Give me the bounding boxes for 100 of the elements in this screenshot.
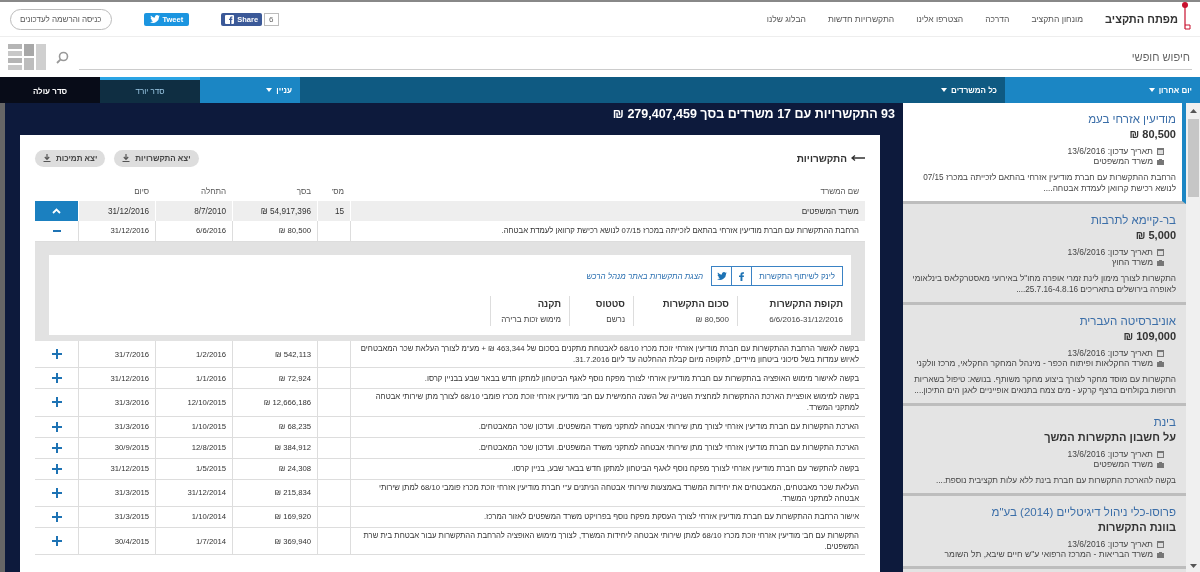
card-description: בקשה להארכת התקשרות עם חברת בינת ללא עלות תקציבית נוספת.... xyxy=(936,475,1176,487)
plus-icon xyxy=(51,421,62,432)
filter-tab[interactable]: כל המשרדים xyxy=(300,77,1005,103)
panel-title: התקשרויות xyxy=(796,152,847,164)
plus-icon xyxy=(51,536,62,547)
column-header: שם המשרד xyxy=(819,186,860,196)
table-cell: משרד המשפטים xyxy=(350,201,865,221)
caret-icon xyxy=(1148,88,1155,92)
facebook-button[interactable] xyxy=(731,266,752,286)
scroll-up-icon[interactable] xyxy=(1189,109,1197,113)
briefcase-icon xyxy=(1157,258,1164,266)
table-cell: 54,917,396 ₪ xyxy=(232,201,317,221)
briefcase-icon xyxy=(1157,550,1164,558)
column-header: מס' xyxy=(330,186,345,196)
field-label: תקנה xyxy=(536,298,561,309)
scroll-thumb[interactable] xyxy=(1187,119,1199,197)
field-label: תקופת התקשרות xyxy=(768,298,843,309)
field-value: נרשם xyxy=(605,315,625,324)
filter-tab[interactable]: יום אחרון xyxy=(1005,77,1200,103)
briefcase-icon xyxy=(1157,460,1164,468)
caret-icon xyxy=(266,88,273,92)
ministry-name: משרד החוץ xyxy=(1111,257,1153,268)
facebook-icon xyxy=(225,14,235,24)
nav-link[interactable]: התקשרויות חדשות xyxy=(827,14,895,24)
update-date: תאריך עדכון: 13/6/2016 xyxy=(1067,247,1153,258)
register-button[interactable]: כניסה והרשמה לעדכונים xyxy=(10,8,112,30)
chevron-up-icon xyxy=(52,208,61,214)
card-headline: 80,500 ₪ xyxy=(1129,128,1176,140)
nav-link[interactable]: הדרכה xyxy=(985,14,1010,24)
column-header: התחלה xyxy=(200,186,227,196)
plus-icon xyxy=(51,511,62,522)
download-icon xyxy=(43,154,51,162)
twitter-button[interactable] xyxy=(711,266,732,286)
scroll-down-icon[interactable] xyxy=(1189,564,1197,568)
pin-icon xyxy=(1182,1,1192,31)
update-date: תאריך עדכון: 13/6/2016 xyxy=(1067,348,1153,359)
filter-tab[interactable]: עניין xyxy=(200,77,300,103)
update-date: תאריך עדכון: 13/6/2016 xyxy=(1067,146,1153,156)
nav-link[interactable]: מונחון התקציב xyxy=(1031,14,1084,24)
field-value: 6/6/2016-31/12/2016 xyxy=(768,315,843,324)
scrollbar[interactable] xyxy=(1186,103,1200,572)
search-icon[interactable] xyxy=(56,50,69,64)
card-title[interactable]: מודיעין אזרחי בעמ xyxy=(1088,113,1176,125)
download-icon xyxy=(122,154,131,162)
plus-icon xyxy=(51,463,62,474)
minus-icon xyxy=(52,227,61,235)
facebook-icon xyxy=(739,271,745,281)
share-link-button[interactable]: לינק לשיתוף התקשרות xyxy=(751,266,843,286)
calendar-icon xyxy=(1157,248,1164,256)
ministry-name: משרד המשפטים xyxy=(1093,156,1153,166)
export-button[interactable]: יצא תמיכות xyxy=(35,149,106,167)
card-headline: 5,000 ₪ xyxy=(1135,229,1176,242)
source-link[interactable]: הצגת התקשרות באתר מנהל הרכש xyxy=(586,271,704,281)
update-date: תאריך עדכון: 13/6/2016 xyxy=(1067,539,1153,550)
card-title[interactable]: בינת xyxy=(1153,416,1176,429)
share-count: 6 xyxy=(264,12,279,26)
site-logo[interactable]: מפתח התקציב xyxy=(1105,13,1178,25)
field-label: סכום התקשרות xyxy=(661,298,729,309)
plus-icon xyxy=(51,442,62,453)
table-cell: 15 xyxy=(317,201,350,221)
calendar-icon xyxy=(1157,540,1164,548)
ministry-name: משרד המשפטים xyxy=(1093,459,1153,470)
column-header: בסך xyxy=(295,186,312,196)
column-header: סיום xyxy=(133,186,150,196)
filter-tab[interactable]: סדר יורד xyxy=(100,77,200,103)
arrow-icon xyxy=(851,155,865,161)
filter-tab[interactable]: סדר עולה xyxy=(0,77,100,103)
card-description: התקשרות לצורך מימון לינת זמרי אופרה מחו"ל באירועי מאסטרקלאס בינלאומי לאופרה בירושלים בתאריכים 25.7.16-4.8.16.... xyxy=(911,273,1176,296)
card-title[interactable]: בר-קיימא לתרבות xyxy=(1090,214,1176,227)
plus-icon xyxy=(51,397,62,408)
plus-icon xyxy=(51,349,62,360)
card-description: התקשרות עם מוסד מחקר לצורך ביצוע מחקר משותף. בנושא: טיפול בשאריות תרופות בקולחים ברצף קרקע - מים צמח בתנאים אופייניים לאגן הים התיכון.... xyxy=(913,374,1176,397)
calendar-icon xyxy=(1157,147,1164,155)
nav-link[interactable]: הצטרפו אלינו xyxy=(916,14,964,24)
plus-icon xyxy=(51,373,62,384)
card-title[interactable]: אוניברסיטה העברית xyxy=(1079,315,1176,328)
bird-icon xyxy=(149,15,160,23)
card-headline: בוונת התקשרות xyxy=(1097,521,1176,534)
calendar-icon xyxy=(1157,450,1164,458)
bird-icon xyxy=(716,272,727,280)
briefcase-icon xyxy=(1157,157,1164,165)
field-label: סטטוס xyxy=(594,298,625,309)
field-value: 80,500 ₪ xyxy=(694,315,729,324)
table-cell: 8/7/2010 xyxy=(155,201,232,221)
field-value: מימוש זכות ברירה xyxy=(501,315,561,324)
calendar-icon xyxy=(1157,349,1164,357)
export-button[interactable]: יצא התקשרויות xyxy=(114,149,199,167)
summary-heading: 93 התקשרויות עם 17 משרדים בסך 279,407,459 ₪ xyxy=(611,106,895,123)
nav-link[interactable]: הבלוג שלנו xyxy=(766,14,806,24)
update-date: תאריך עדכון: 13/6/2016 xyxy=(1067,449,1153,460)
collapse-button[interactable] xyxy=(35,201,78,221)
card-description: הרחבת ההתקשרות עם חברת מודיעין אזרחי בהתאם לזכייתה במכרז 07/15 לנושא רכישת קרוואן לעמדת אבטחה.... xyxy=(922,172,1176,195)
card-title[interactable]: פרוסו-כלי ניהול דיגיטליים (2014) בע"מ xyxy=(991,506,1176,519)
plus-icon xyxy=(51,487,62,498)
ministry-name: משרד הבריאות - המרכז הרפואי ע"ש חיים שיבא, תל השומר xyxy=(944,549,1153,560)
caret-icon xyxy=(941,88,948,92)
card-headline: על חשבון התקשרות המשך xyxy=(1044,431,1176,444)
ministry-name: משרד החקלאות ופיתוח הכפר - מינהל המחקר החקלאי, מרכז וולקני xyxy=(916,358,1153,369)
briefcase-icon xyxy=(1157,359,1164,367)
card-headline: 109,000 ₪ xyxy=(1123,330,1176,343)
